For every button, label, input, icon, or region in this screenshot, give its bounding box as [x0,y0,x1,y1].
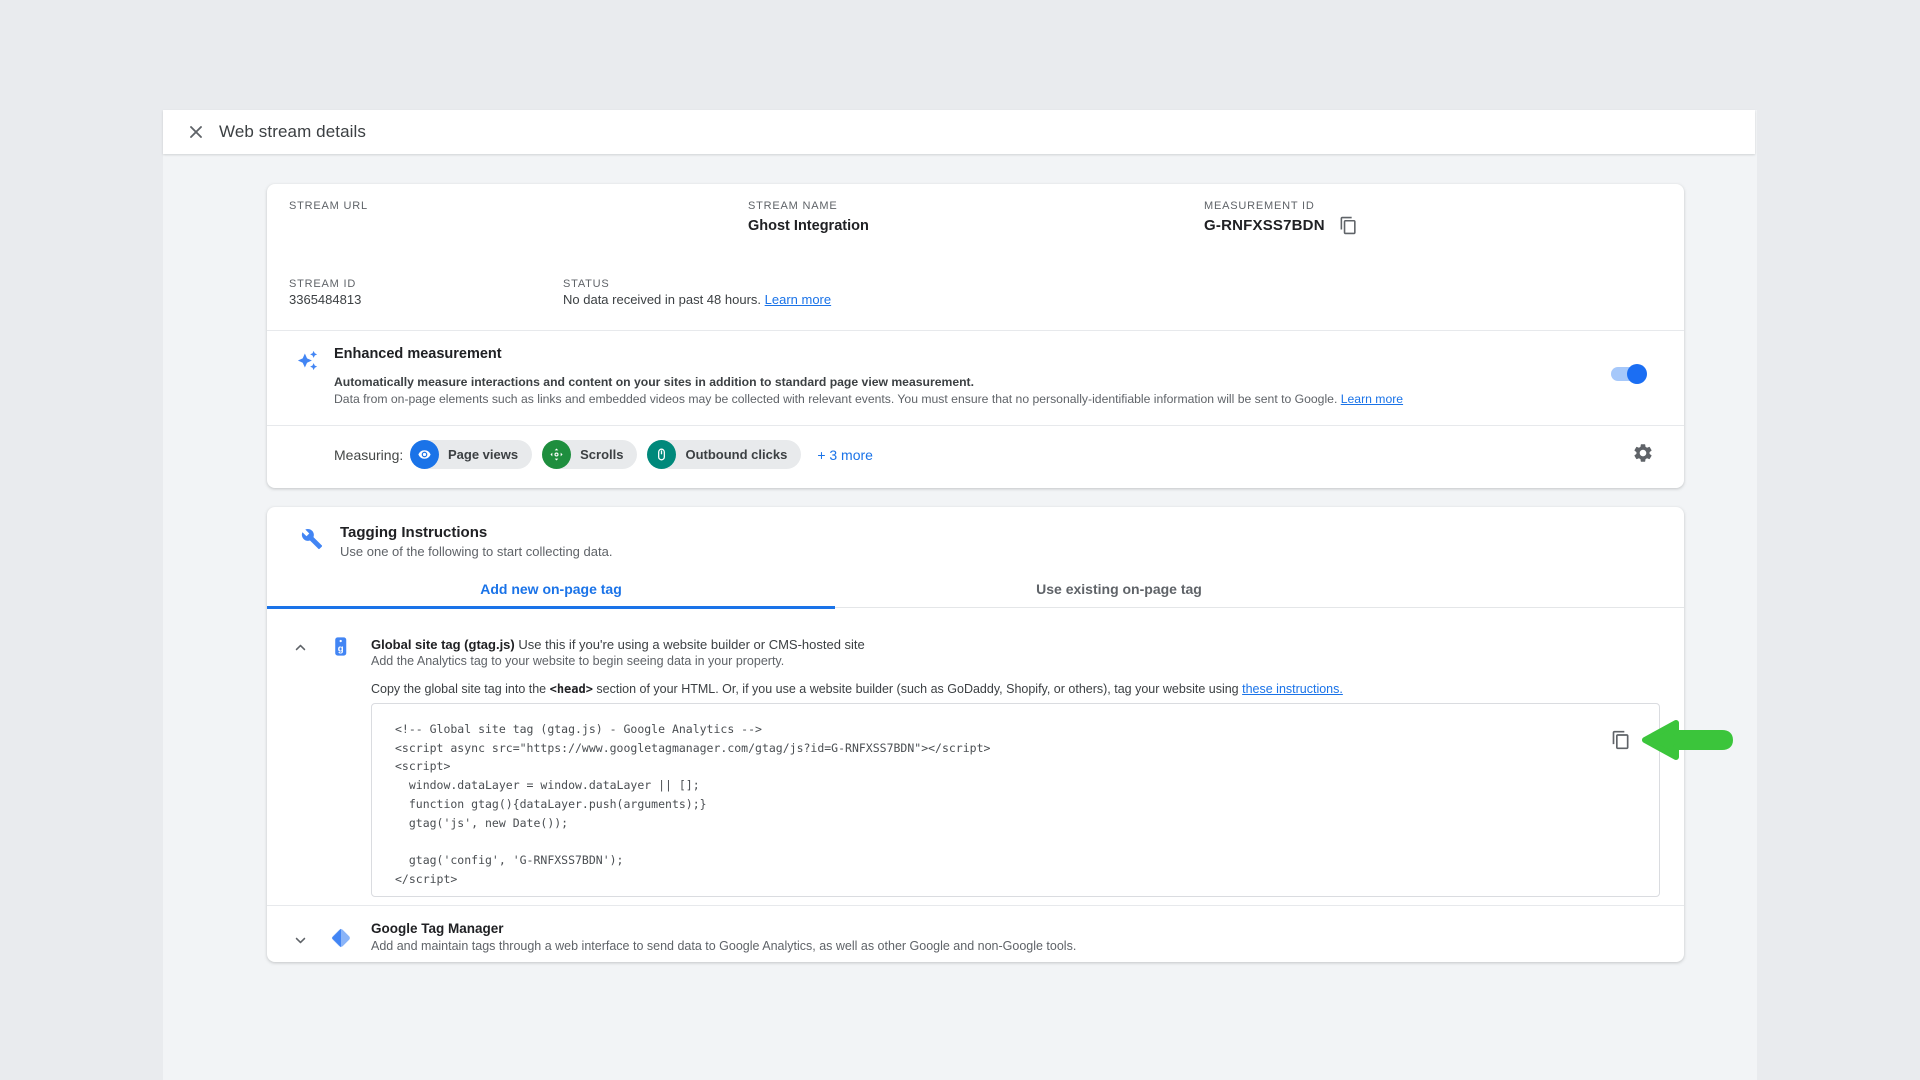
divider [267,425,1684,426]
head-tag-token: <head> [550,682,593,696]
copy-icon [1339,216,1358,235]
status-value: No data received in past 48 hours. Learn… [563,292,831,307]
chevron-up-icon[interactable] [291,638,310,657]
gtag-title-rest: Use this if you're using a website build… [515,637,865,652]
status-learn-more-link[interactable]: Learn more [765,292,831,307]
active-tab-underline [267,606,835,609]
divider [267,330,1684,331]
instruction-text: Copy the global site tag into the [371,682,550,696]
measuring-label: Measuring: [334,447,403,463]
chip-label: Outbound clicks [685,447,787,462]
mouse-icon [647,440,676,469]
web-stream-details-page: Web stream details STREAM URL STREAM NAM… [0,0,1920,1080]
stream-name-label: STREAM NAME [748,200,837,212]
measuring-chips: Page views Scrolls Outbound clicks + 3 m… [410,440,873,469]
gtag-tag-icon: g [329,635,352,658]
stream-id-label: STREAM ID [289,278,356,290]
tab-use-existing-on-page-tag[interactable]: Use existing on-page tag [835,570,1403,608]
enhanced-measurement-toggle[interactable] [1611,364,1647,384]
stream-name-value: Ghost Integration [748,218,869,234]
tagging-instructions-subtitle: Use one of the following to start collec… [340,544,612,559]
annotation-arrow-icon [1638,716,1738,764]
status-text: No data received in past 48 hours. [563,292,761,307]
eye-icon [410,440,439,469]
toggle-knob [1627,364,1647,384]
svg-text:g: g [338,643,344,654]
instruction-text: section of your HTML. Or, if you use a w… [593,682,1242,696]
tab-add-new-on-page-tag[interactable]: Add new on-page tag [267,570,835,608]
wrench-icon [301,528,323,550]
chip-label: Page views [448,447,518,462]
chip-page-views: Page views [410,440,532,469]
gtag-title-bold: Global site tag (gtag.js) [371,637,515,652]
copy-code-button[interactable] [1611,730,1631,750]
status-label: STATUS [563,278,610,290]
gtag-section-subtitle: Add the Analytics tag to your website to… [371,654,784,668]
chip-outbound-clicks: Outbound clicks [647,440,801,469]
enhanced-desc-text: Data from on-page elements such as links… [334,392,1337,406]
sparkle-icon [297,350,318,371]
copy-icon [1611,730,1631,750]
gtm-section-title: Google Tag Manager [371,921,504,936]
stream-details-card: STREAM URL STREAM NAME Ghost Integration… [267,184,1684,488]
enhanced-learn-more-link[interactable]: Learn more [1341,392,1403,406]
gtag-instruction: Copy the global site tag into the <head>… [371,682,1343,696]
measurement-id-value: G-RNFXSS7BDN [1204,217,1325,234]
enhanced-measurement-title: Enhanced measurement [334,346,502,362]
divider [267,905,1684,906]
page-title: Web stream details [219,122,366,142]
close-icon [186,122,206,142]
expand-arrows-icon [542,440,571,469]
gear-icon[interactable] [1632,442,1654,464]
chip-scrolls: Scrolls [542,440,637,469]
more-chips-link[interactable]: + 3 more [817,447,873,463]
gtm-section-subtitle: Add and maintain tags through a web inte… [371,939,1076,953]
measurement-id-label: MEASUREMENT ID [1204,200,1315,212]
stream-url-label: STREAM URL [289,200,368,212]
these-instructions-link[interactable]: these instructions. [1242,682,1343,696]
chip-label: Scrolls [580,447,623,462]
tagging-tabs: Add new on-page tag Use existing on-page… [267,570,1684,608]
tagging-instructions-title: Tagging Instructions [340,524,487,541]
enhanced-measurement-desc-2: Data from on-page elements such as links… [334,392,1403,406]
gtm-diamond-icon [329,926,353,950]
gtag-code[interactable]: <!-- Global site tag (gtag.js) - Google … [372,704,1659,888]
chevron-down-icon[interactable] [291,931,310,950]
tagging-instructions-card: Tagging Instructions Use one of the foll… [267,507,1684,962]
gtag-code-box: <!-- Global site tag (gtag.js) - Google … [371,703,1660,897]
gtag-section-title: Global site tag (gtag.js) Use this if yo… [371,637,865,652]
enhanced-measurement-desc-1: Automatically measure interactions and c… [334,375,974,389]
measurement-id-row: G-RNFXSS7BDN [1204,216,1358,235]
stream-id-value: 3365484813 [289,292,361,307]
close-button[interactable] [186,122,206,142]
copy-measurement-id-button[interactable] [1339,216,1358,235]
header-bar: Web stream details [163,110,1755,154]
